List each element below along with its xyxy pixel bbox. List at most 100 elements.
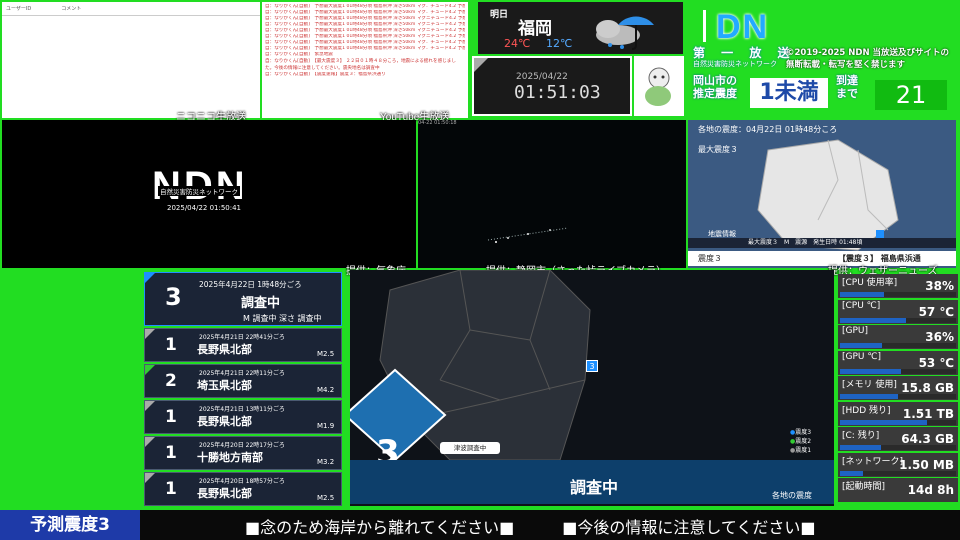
- estimate-label-line: 岡山市の: [693, 74, 737, 87]
- quake-item-place: 長野県北部: [197, 487, 252, 500]
- quake-item-datetime: 2025年4月22日 1時48分ごろ: [199, 280, 302, 289]
- stat-bar: [840, 292, 956, 297]
- arrival-countdown: 21: [875, 80, 947, 110]
- quake-item-corner-icon: [145, 401, 155, 411]
- system-stat-row: [CPU ℃] 57 ℃: [838, 299, 958, 324]
- stat-label: [GPU]: [840, 326, 871, 336]
- corner-decoration: [474, 58, 488, 72]
- system-stat-row: [HDD 残り] 1.51 TB: [838, 401, 958, 426]
- stat-bar-fill: [840, 419, 927, 425]
- stat-label: [CPU ℃]: [840, 300, 883, 311]
- stat-value: 1.51 TB: [902, 406, 954, 421]
- stat-bar: [840, 445, 956, 450]
- quake-item-intensity: 1: [165, 443, 177, 463]
- quake-list-item: 2 2025年4月21日 22時11分ごろ 埼玉県北部 M4.2: [144, 364, 342, 398]
- stat-bar: [840, 368, 956, 374]
- quake-list-item: 3 2025年4月22日 1時48分ごろ 調査中 M 調査中 深さ 調査中: [144, 272, 342, 326]
- quake-intensity-map: 各地の震度：04月22日 01時48分ころ 最大震度３ 地震情報 最大震度３ M…: [688, 120, 956, 268]
- quake-item-corner-icon: [145, 329, 155, 339]
- quake-max-intensity: 最大震度３: [698, 145, 738, 154]
- youtube-comment-panel: 自：なりかくん[自動] 予想最大震度1 01時48分頃 福島県沖 深さ50km …: [262, 2, 468, 118]
- stat-bar-fill: [840, 445, 881, 450]
- ndn-video-timestamp: 2025/04/22 01:50:41: [167, 204, 242, 212]
- weather-widget: 明日 福岡 24℃ 12℃: [478, 2, 683, 54]
- quake-info-bar: 最大震度３ M 震源 発生日時 01:48頃: [688, 238, 956, 248]
- ndn-logo: DN: [716, 8, 770, 46]
- stat-bar: [840, 394, 956, 399]
- quake-list-item: 1 2025年4月20日 18時57分ごろ長野県北部 M2.5: [144, 472, 342, 506]
- niconico-comment-panel: ユーザーID コメント: [2, 2, 260, 118]
- stat-bar: [840, 470, 956, 476]
- stat-value: 14d 8h: [907, 483, 954, 497]
- copyright-line: ©2019-2025 NDN 当放送及びサイトの: [786, 48, 950, 58]
- quake-item-corner-icon: [145, 273, 155, 283]
- stat-value: 57 ℃: [918, 304, 954, 319]
- system-stat-row: [ネットワーク] 1.50 MB: [838, 452, 958, 477]
- station-intensity-marker: 3: [586, 360, 598, 372]
- quake-item-magnitude: M 調査中 深さ 調査中: [243, 314, 322, 323]
- quake-item-datetime: 2025年4月21日 22時11分ごろ: [199, 370, 285, 377]
- quake-item-magnitude: M4.2: [317, 386, 335, 394]
- epicenter-status: 調査中: [570, 478, 619, 497]
- stat-bar: [840, 419, 956, 425]
- col-user-id: ユーザーID: [6, 6, 32, 12]
- quake-item-place: 埼玉県北部: [197, 379, 252, 392]
- estimate-label: 岡山市の 推定震度: [693, 74, 737, 100]
- quake-item-place: 十勝地方南部: [197, 451, 263, 464]
- region-label: 各地の震度: [772, 491, 812, 500]
- quake-item-datetime: 2025年4月20日 22時17分ごろ: [199, 442, 285, 449]
- quake-item-place: 長野県北部: [197, 343, 252, 356]
- arrival-label-line: 到達: [836, 74, 858, 87]
- rain-umbrella-icon: [596, 16, 654, 50]
- main-quake-map: 3 3 津波調査中 ●震度3 ●震度2 ●震度1 調査中 各地の震度: [350, 270, 834, 506]
- logo-divider: [703, 10, 706, 42]
- system-stat-row: [GPU] 36%: [838, 325, 958, 349]
- predicted-intensity-badge: 予測震度3: [0, 510, 140, 540]
- quake-item-datetime: 2025年4月21日 22時41分ごろ: [199, 334, 285, 341]
- quake-item-magnitude: M2.5: [317, 494, 335, 502]
- stat-bar-fill: [840, 343, 882, 348]
- weather-day: 明日: [490, 10, 509, 20]
- quake-item-intensity: 1: [165, 407, 177, 427]
- ndn-video-pane: NDN 自然災害防災ネットワーク 2025/04/22 01:50:41: [2, 120, 416, 268]
- bottom-ticker: 予測震度3 ■念のため海岸から離れてください■ ■今後の情報に注意してください■: [0, 510, 960, 540]
- stat-bar-fill: [840, 292, 885, 297]
- stat-bar: [840, 343, 956, 348]
- channel-subtitle: 自然災害防災ネットワーク: [693, 60, 777, 68]
- stat-label: [GPU ℃]: [840, 351, 883, 362]
- ticker-message: ■念のため海岸から離れてください■ ■今後の情報に注意してください■: [245, 518, 816, 537]
- weather-low: 12℃: [546, 37, 573, 50]
- quake-item-datetime: 2025年4月20日 18時57分ごろ: [199, 478, 285, 485]
- system-stat-row: [C: 残り] 64.3 GB: [838, 427, 958, 451]
- quake-item-magnitude: M1.9: [317, 422, 335, 430]
- quake-item-intensity: 1: [165, 479, 177, 499]
- stat-label: [HDD 残り]: [840, 402, 893, 416]
- stat-bar-fill: [840, 368, 902, 374]
- intensity-legend: ●震度3 ●震度2 ●震度1: [790, 428, 811, 455]
- quake-item-corner-icon: [145, 437, 155, 447]
- quake-item-place: 長野県北部: [197, 415, 252, 428]
- stat-bar-fill: [840, 394, 898, 399]
- stat-value: 1.50 MB: [899, 457, 954, 472]
- mascot-image: [634, 56, 684, 116]
- tsunami-status: 津波調査中: [440, 442, 500, 454]
- system-stat-row: [GPU ℃] 53 ℃: [838, 350, 958, 375]
- stat-label: [ネットワーク]: [840, 453, 906, 467]
- legend-label: 震度3: [795, 429, 812, 436]
- legend-item: ●震度3: [790, 428, 811, 437]
- system-stat-row: [起動時間] 14d 8h: [838, 478, 958, 502]
- weather-city: 福岡: [518, 19, 552, 39]
- comment-line: 自：なりかくん[自動] 【最大震度３】 ２２日０１時４８分ころ，地震による揺れを…: [265, 59, 456, 71]
- system-stats-panel: [CPU 使用率] 38% [CPU ℃] 57 ℃ [GPU] 36% [GPU ℃] 53…: [838, 274, 958, 506]
- clock-display: 2025/04/22 01:51:03: [472, 56, 632, 116]
- quake-item-place: 調査中: [241, 296, 281, 311]
- quake-item-corner-icon: [145, 473, 155, 483]
- quake-item-datetime: 2025年4月21日 13時11分ごろ: [199, 406, 285, 413]
- mascot-character-icon: [645, 67, 671, 106]
- system-stat-row: [CPU 使用率] 38%: [838, 274, 958, 298]
- quake-item-corner-icon: [145, 365, 155, 375]
- quake-panel-header: 各地の震度：04月22日 01時48分ころ: [698, 125, 838, 134]
- stat-label: [CPU 使用率]: [840, 275, 900, 288]
- quake-list-item: 1 2025年4月21日 13時11分ごろ長野県北部 M1.9: [144, 400, 342, 434]
- copyright-notice: ©2019-2025 NDN 当放送及びサイトの 無断転載・転写を堅く禁じます: [786, 47, 949, 71]
